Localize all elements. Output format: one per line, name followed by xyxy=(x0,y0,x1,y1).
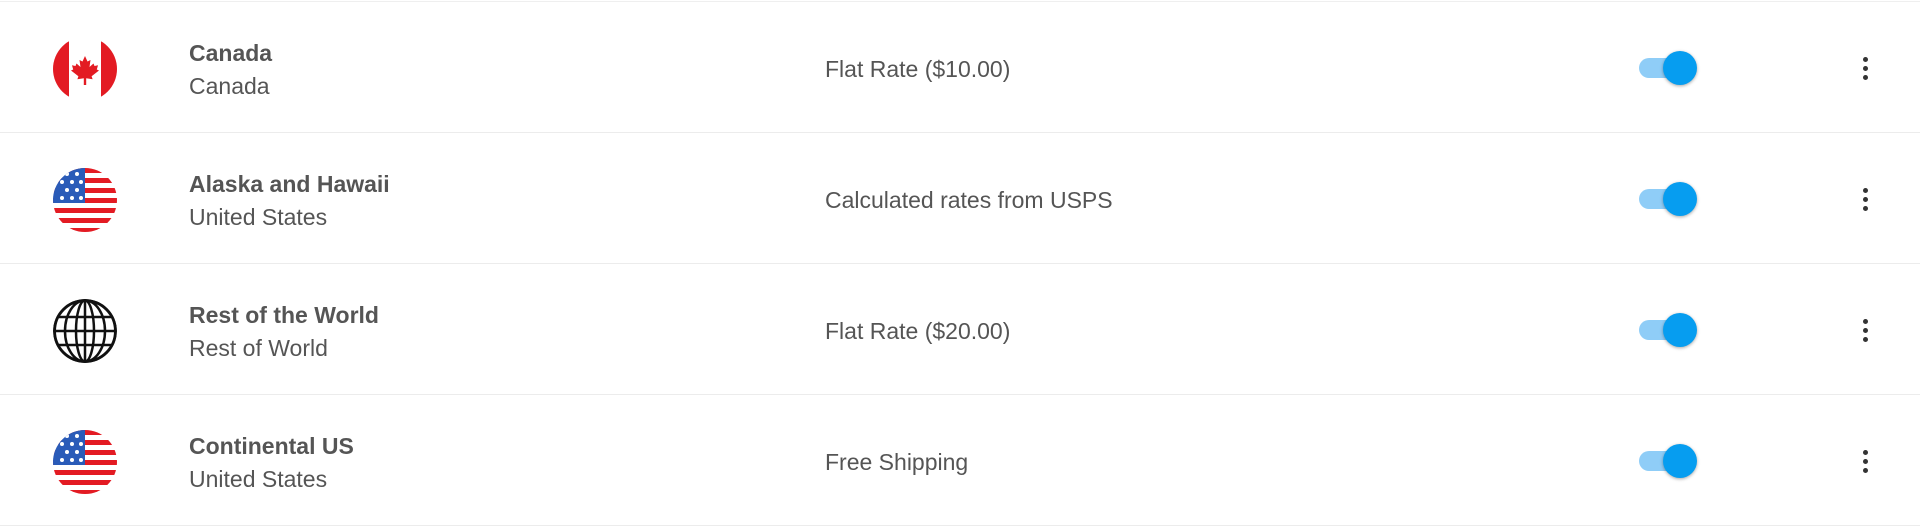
shipping-zone-list: Canada Canada Flat Rate ($10.00) Alaska … xyxy=(0,0,1920,528)
more-options-icon[interactable] xyxy=(1850,183,1880,215)
zone-name: Alaska and Hawaii xyxy=(189,171,390,197)
toggle-knob xyxy=(1663,444,1697,478)
shipping-zone-row: Rest of the World Rest of World Flat Rat… xyxy=(0,264,1920,395)
zone-country: Canada xyxy=(189,73,270,99)
toggle-knob xyxy=(1663,182,1697,216)
shipping-zone-row: Alaska and Hawaii United States Calculat… xyxy=(0,133,1920,264)
zone-enabled-toggle[interactable] xyxy=(1639,312,1701,348)
zone-name: Canada xyxy=(189,40,273,66)
zone-enabled-toggle[interactable] xyxy=(1639,443,1701,479)
zone-country: United States xyxy=(189,204,328,230)
us-flag-icon xyxy=(53,430,117,494)
canada-flag-icon xyxy=(53,37,117,101)
globe-icon xyxy=(53,299,117,363)
toggle-knob xyxy=(1663,51,1697,85)
zone-rate: Free Shipping xyxy=(825,449,969,475)
zone-rate: Calculated rates from USPS xyxy=(825,187,1113,213)
shipping-zone-row: Canada Canada Flat Rate ($10.00) xyxy=(0,2,1920,133)
zone-rate: Flat Rate ($20.00) xyxy=(825,318,1011,344)
zone-country: United States xyxy=(189,466,328,492)
shipping-zone-row: Continental US United States Free Shippi… xyxy=(0,395,1920,526)
zone-enabled-toggle[interactable] xyxy=(1639,50,1701,86)
toggle-knob xyxy=(1663,313,1697,347)
zone-rate: Flat Rate ($10.00) xyxy=(825,56,1011,82)
zone-country: Rest of World xyxy=(189,335,328,361)
zone-name: Continental US xyxy=(189,433,354,459)
us-flag-icon xyxy=(53,168,117,232)
zone-name: Rest of the World xyxy=(189,302,379,328)
more-options-icon[interactable] xyxy=(1850,314,1880,346)
zone-enabled-toggle[interactable] xyxy=(1639,181,1701,217)
more-options-icon[interactable] xyxy=(1850,445,1880,477)
more-options-icon[interactable] xyxy=(1850,52,1880,84)
